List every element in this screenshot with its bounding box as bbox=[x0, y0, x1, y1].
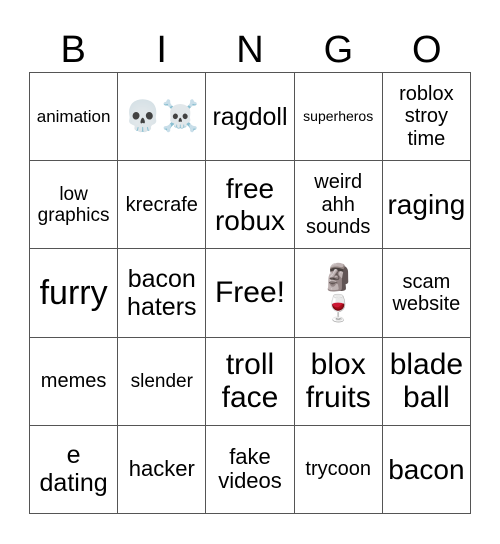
bingo-cell[interactable]: troll face bbox=[206, 337, 295, 426]
cell-label: slender bbox=[130, 370, 193, 392]
bingo-grid: animation 💀☠️ ragdoll superheros roblox … bbox=[29, 72, 471, 514]
bingo-cell[interactable]: bacon bbox=[382, 425, 471, 514]
bingo-cell[interactable]: blade ball bbox=[382, 337, 471, 426]
bingo-cell[interactable]: animation bbox=[30, 73, 119, 162]
bingo-cell[interactable]: hacker bbox=[118, 425, 207, 514]
header-letter-b: B bbox=[60, 29, 86, 71]
cell-label: weird ahh sounds bbox=[305, 171, 371, 238]
bingo-cell[interactable]: e dating bbox=[30, 425, 119, 514]
cell-label: trycoon bbox=[305, 458, 371, 481]
cell-label: furry bbox=[39, 273, 108, 312]
bingo-cell[interactable]: memes bbox=[30, 337, 119, 426]
bingo-cell[interactable]: slender bbox=[118, 337, 207, 426]
header-letter-i: I bbox=[156, 29, 167, 71]
bingo-cell[interactable]: weird ahh sounds bbox=[294, 161, 383, 250]
cell-label: krecrafe bbox=[125, 193, 198, 216]
cell-label: blox fruits bbox=[305, 347, 371, 415]
bingo-cell[interactable]: scam website bbox=[382, 249, 471, 338]
cell-label: animation bbox=[36, 107, 111, 127]
cell-label: e dating bbox=[39, 441, 108, 498]
bingo-cell[interactable]: 💀☠️ bbox=[118, 73, 207, 162]
free-space[interactable]: Free! bbox=[206, 249, 295, 338]
cell-label: free robux bbox=[214, 173, 286, 236]
cell-label: raging bbox=[387, 189, 466, 221]
bingo-cell[interactable]: 🗿 🍷 bbox=[294, 249, 383, 338]
cell-label: hacker bbox=[128, 456, 195, 482]
header-letter-g: G bbox=[323, 29, 354, 71]
cell-label: roblox stroy time bbox=[399, 83, 454, 150]
cell-label: scam website bbox=[392, 270, 461, 315]
header-letter-n: N bbox=[236, 29, 264, 71]
bingo-cell[interactable]: trycoon bbox=[294, 425, 383, 514]
cell-label: bacon bbox=[388, 453, 465, 485]
cell-label: low graphics bbox=[37, 183, 110, 226]
bingo-cell[interactable]: furry bbox=[30, 249, 119, 338]
bingo-cell[interactable]: krecrafe bbox=[118, 161, 207, 250]
bingo-cell[interactable]: fake videos bbox=[206, 425, 295, 514]
bingo-header: B I N G O bbox=[29, 28, 471, 72]
bingo-cell[interactable]: blox fruits bbox=[294, 337, 383, 426]
header-letter-o: O bbox=[412, 29, 442, 71]
cell-label: memes bbox=[40, 370, 107, 392]
bingo-cell[interactable]: ragdoll bbox=[206, 73, 295, 162]
cell-label: ragdoll bbox=[212, 102, 288, 131]
cell-label: blade ball bbox=[389, 347, 464, 415]
bingo-cell[interactable]: bacon haters bbox=[118, 249, 207, 338]
moai-icon: 🗿 🍷 bbox=[322, 261, 355, 323]
free-space-label: Free! bbox=[214, 276, 285, 310]
cell-label: superheros bbox=[303, 107, 374, 124]
bingo-cell[interactable]: raging bbox=[382, 161, 471, 250]
cell-label: troll face bbox=[221, 347, 279, 415]
bingo-cell[interactable]: low graphics bbox=[30, 161, 119, 250]
bingo-cell[interactable]: free robux bbox=[206, 161, 295, 250]
bingo-cell[interactable]: roblox stroy time bbox=[382, 73, 471, 162]
bingo-cell[interactable]: superheros bbox=[294, 73, 383, 162]
cell-label: fake videos bbox=[218, 443, 282, 494]
cell-label: bacon haters bbox=[127, 264, 197, 321]
skull-icon: 💀☠️ bbox=[124, 99, 200, 133]
